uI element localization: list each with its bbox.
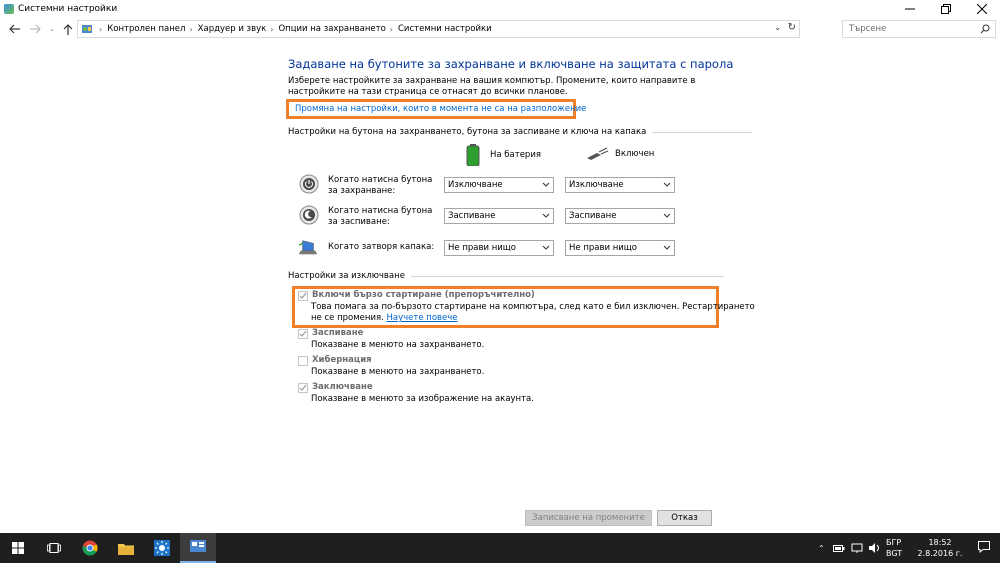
task-view-button[interactable]	[36, 533, 72, 563]
window-controls	[892, 0, 1000, 17]
breadcrumb-power-options[interactable]: Опции на захранването	[278, 24, 385, 34]
fast-startup-description: Това помага за по-бързото стартиране на …	[311, 302, 755, 323]
power-button-label: Когато натисна бутона за захранване:	[328, 175, 433, 196]
fast-startup-label: Включи бързо стартиране (препоръчително)	[312, 290, 535, 300]
sleep-button-label: Когато натисна бутона за заспиване:	[328, 206, 433, 227]
page-intro: Изберете настройките за захранване на ва…	[288, 76, 696, 97]
lid-close-label: Когато затворя капака:	[328, 242, 435, 252]
page-title: Задаване на бутоните за захранване и вкл…	[288, 57, 734, 71]
window-title: Системни настройки	[18, 3, 118, 14]
taskbar-clock[interactable]: 18:52 2.8.2016 г.	[914, 537, 966, 559]
power-button-battery-select[interactable]: Изключване	[444, 177, 554, 193]
brightness-icon	[154, 540, 170, 556]
volume-icon[interactable]	[868, 543, 881, 553]
chevron-down-icon	[663, 213, 671, 218]
navigation-bar: ⌄ › Контролен панел › Хардуер и звук › О…	[0, 18, 1000, 40]
breadcrumb-hardware-sound[interactable]: Хардуер и звук	[198, 24, 267, 34]
breadcrumb-control-panel[interactable]: Контролен панел	[107, 24, 185, 34]
system-tray: ⌃	[818, 533, 887, 563]
lid-close-battery-select[interactable]: Не прави нищо	[444, 240, 554, 256]
back-arrow-icon[interactable]	[6, 21, 22, 37]
minimize-button[interactable]	[892, 0, 928, 17]
checkmark-icon	[299, 384, 307, 391]
input-language-indicator[interactable]: БГР BGT	[886, 537, 902, 559]
close-button[interactable]	[964, 0, 1000, 17]
task-view-icon	[47, 543, 61, 553]
control-panel-icon	[4, 3, 14, 14]
fast-startup-option[interactable]: Включи бързо стартиране (препоръчително)	[298, 290, 535, 301]
sleep-label: Заспиване	[312, 328, 364, 338]
chevron-down-icon	[542, 182, 550, 187]
sleep-description: Показване в менюто на захранването.	[311, 340, 485, 350]
battery-icon	[466, 144, 480, 166]
network-icon[interactable]	[851, 543, 863, 553]
taskbar: ⌃ БГР BGT 18:52 2.8.2016 г.	[0, 533, 1000, 563]
address-dropdown-icon[interactable]: ⌄	[774, 23, 781, 32]
search-placeholder: Търсене	[849, 24, 887, 34]
brightness-app-taskbar-button[interactable]	[144, 533, 180, 563]
control-panel-taskbar-button[interactable]	[180, 533, 216, 563]
power-button-plugged-select[interactable]: Изключване	[565, 177, 675, 193]
recent-chevron-icon[interactable]: ⌄	[44, 21, 60, 37]
power-buttons-section-title: Настройки на бутона на захранването, бут…	[288, 127, 753, 137]
laptop-lid-icon	[298, 240, 318, 255]
checkmark-icon	[299, 292, 307, 299]
action-center-icon[interactable]	[978, 541, 990, 553]
sleep-checkbox[interactable]	[298, 329, 308, 339]
sleep-button-icon	[299, 205, 319, 225]
forward-arrow-icon[interactable]	[27, 21, 43, 37]
checkmark-icon	[299, 330, 307, 337]
start-button[interactable]	[0, 533, 36, 563]
up-arrow-icon[interactable]	[60, 21, 76, 37]
control-panel-icon	[190, 540, 206, 552]
title-bar: Системни настройки	[0, 0, 1000, 17]
sleep-button-plugged-select[interactable]: Заспиване	[565, 208, 675, 224]
change-unavailable-settings-link[interactable]: Промяна на настройки, които в момента не…	[286, 99, 586, 119]
sleep-button-battery-select[interactable]: Заспиване	[444, 208, 554, 224]
power-plug-icon	[587, 147, 609, 160]
save-changes-button[interactable]: Записване на промените	[525, 510, 652, 526]
chevron-down-icon	[663, 182, 671, 187]
fast-startup-checkbox[interactable]	[298, 291, 308, 301]
hibernate-checkbox[interactable]	[298, 356, 308, 366]
lock-description: Показване в менюто за изображение на ака…	[311, 394, 534, 404]
learn-more-link[interactable]: Научете повече	[387, 313, 458, 323]
chrome-icon	[82, 540, 98, 556]
plugged-column-header: Включен	[585, 147, 654, 161]
hibernate-option[interactable]: Хибернация	[298, 355, 372, 366]
lock-option[interactable]: Заключване	[298, 382, 373, 393]
battery-column-header: На батерия	[466, 144, 541, 166]
restore-button[interactable]	[928, 0, 964, 17]
cancel-button[interactable]: Отказ	[657, 510, 712, 526]
chevron-down-icon	[542, 213, 550, 218]
hibernate-label: Хибернация	[312, 355, 372, 365]
chevron-down-icon	[663, 245, 671, 250]
search-icon	[980, 24, 990, 34]
lid-close-plugged-select[interactable]: Не прави нищо	[565, 240, 675, 256]
chevron-down-icon	[542, 245, 550, 250]
address-field[interactable]: › Контролен панел › Хардуер и звук › Опц…	[77, 20, 800, 38]
chevron-up-icon[interactable]: ⌃	[818, 544, 825, 553]
power-button-icon	[299, 174, 319, 194]
sleep-option[interactable]: Заспиване	[298, 328, 363, 339]
file-explorer-taskbar-button[interactable]	[108, 533, 144, 563]
chrome-taskbar-button[interactable]	[72, 533, 108, 563]
shutdown-section-title: Настройки за изключване	[288, 271, 724, 281]
breadcrumb-system-settings[interactable]: Системни настройки	[398, 24, 492, 34]
folder-icon	[118, 543, 134, 555]
refresh-icon[interactable]: ↻	[788, 22, 796, 33]
search-input[interactable]: Търсене	[842, 20, 996, 38]
battery-tray-icon[interactable]	[832, 543, 845, 553]
lock-checkbox[interactable]	[298, 383, 308, 393]
change-link-text: Промяна на настройки, които в момента не…	[295, 104, 587, 114]
lock-label: Заключване	[312, 382, 373, 392]
windows-logo-icon	[12, 542, 24, 554]
hibernate-description: Показване в менюто на захранването.	[311, 367, 485, 377]
control-panel-icon	[82, 25, 92, 33]
